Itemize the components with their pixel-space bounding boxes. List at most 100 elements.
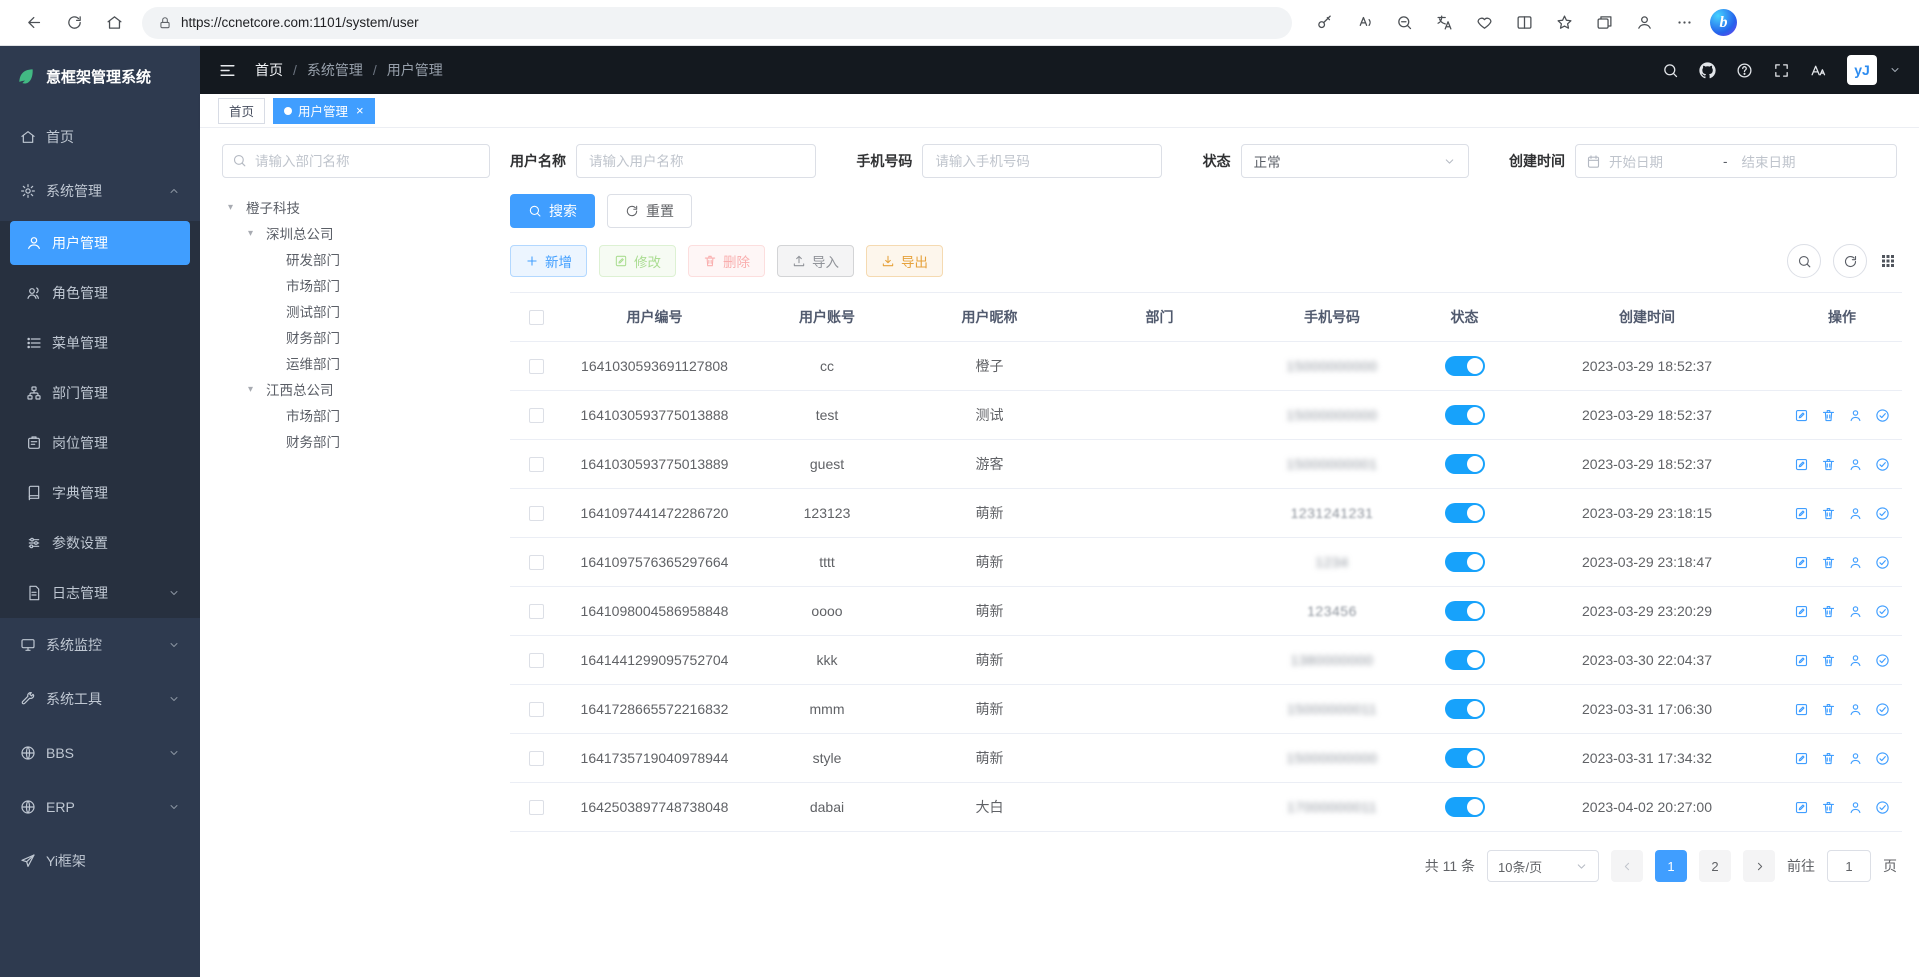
sidebar-item-dept-management[interactable]: 部门管理	[0, 368, 200, 418]
row-checkbox[interactable]	[529, 751, 544, 766]
tree-node[interactable]: ▾江西总公司	[222, 376, 490, 402]
sidebar-item-menu-management[interactable]: 菜单管理	[0, 318, 200, 368]
tree-node[interactable]: 测试部门	[222, 298, 490, 324]
row-reset-password-button[interactable]	[1848, 702, 1863, 717]
dept-search-input[interactable]	[222, 144, 490, 178]
split-screen-icon[interactable]	[1504, 6, 1544, 40]
header-search-icon[interactable]	[1662, 62, 1679, 79]
tab-home[interactable]: 首页	[218, 98, 265, 124]
status-toggle[interactable]	[1445, 650, 1485, 670]
search-button[interactable]: 搜索	[510, 194, 595, 228]
sidebar-item-erp[interactable]: ERP	[0, 780, 200, 834]
copilot-icon[interactable]: b	[1710, 9, 1737, 36]
select-all-checkbox[interactable]	[529, 310, 544, 325]
status-toggle[interactable]	[1445, 454, 1485, 474]
status-toggle[interactable]	[1445, 748, 1485, 768]
import-button[interactable]: 导入	[777, 245, 854, 277]
row-checkbox[interactable]	[529, 653, 544, 668]
row-reset-password-button[interactable]	[1848, 800, 1863, 815]
breadcrumb-item[interactable]: 首页	[255, 60, 283, 80]
tree-node[interactable]: 财务部门	[222, 324, 490, 350]
row-assign-role-button[interactable]	[1875, 604, 1890, 619]
status-toggle[interactable]	[1445, 503, 1485, 523]
row-checkbox[interactable]	[529, 800, 544, 815]
read-aloud-icon[interactable]	[1344, 6, 1384, 40]
browser-refresh-button[interactable]	[54, 6, 94, 40]
row-reset-password-button[interactable]	[1848, 653, 1863, 668]
tree-node[interactable]: 市场部门	[222, 272, 490, 298]
tab-user-management[interactable]: 用户管理×	[273, 98, 375, 124]
tree-node[interactable]: ▾橙子科技	[222, 194, 490, 220]
sidebar-item-post-management[interactable]: 岗位管理	[0, 418, 200, 468]
username-input[interactable]	[576, 144, 816, 178]
row-delete-button[interactable]	[1821, 800, 1836, 815]
sidebar-item-log-management[interactable]: 日志管理	[0, 568, 200, 618]
translate-icon[interactable]	[1424, 6, 1464, 40]
next-page-button[interactable]	[1743, 850, 1775, 882]
row-checkbox[interactable]	[529, 604, 544, 619]
row-delete-button[interactable]	[1821, 506, 1836, 521]
row-edit-button[interactable]	[1794, 604, 1809, 619]
password-key-icon[interactable]	[1304, 6, 1344, 40]
row-assign-role-button[interactable]	[1875, 653, 1890, 668]
sidebar-item-user-management[interactable]: 用户管理	[10, 221, 190, 265]
row-edit-button[interactable]	[1794, 555, 1809, 570]
fullscreen-icon[interactable]	[1773, 62, 1790, 79]
row-delete-button[interactable]	[1821, 408, 1836, 423]
row-checkbox[interactable]	[529, 555, 544, 570]
status-select[interactable]: 正常	[1241, 144, 1469, 178]
row-reset-password-button[interactable]	[1848, 555, 1863, 570]
row-assign-role-button[interactable]	[1875, 408, 1890, 423]
sidebar-item-system-monitor[interactable]: 系统监控	[0, 618, 200, 672]
row-checkbox[interactable]	[529, 702, 544, 717]
row-assign-role-button[interactable]	[1875, 702, 1890, 717]
browser-essentials-icon[interactable]	[1464, 6, 1504, 40]
row-delete-button[interactable]	[1821, 751, 1836, 766]
font-size-icon[interactable]	[1810, 62, 1827, 79]
user-avatar[interactable]: yJ	[1847, 55, 1877, 85]
page-size-select[interactable]: 10条/页	[1487, 850, 1599, 882]
sidebar-item-system-tools[interactable]: 系统工具	[0, 672, 200, 726]
row-edit-button[interactable]	[1794, 457, 1809, 472]
avatar-dropdown-icon[interactable]	[1889, 64, 1901, 76]
refresh-table-button[interactable]	[1833, 244, 1867, 278]
sidebar-item-system-management[interactable]: 系统管理	[0, 164, 200, 218]
delete-button[interactable]: 删除	[688, 245, 765, 277]
profile-avatar-icon[interactable]	[1624, 6, 1664, 40]
row-checkbox[interactable]	[529, 457, 544, 472]
row-delete-button[interactable]	[1821, 604, 1836, 619]
date-range-picker[interactable]: 开始日期 - 结束日期	[1575, 144, 1897, 178]
breadcrumb-item[interactable]: 用户管理	[387, 60, 443, 80]
goto-page-input[interactable]	[1827, 850, 1871, 882]
sidebar-item-bbs[interactable]: BBS	[0, 726, 200, 780]
row-reset-password-button[interactable]	[1848, 506, 1863, 521]
row-edit-button[interactable]	[1794, 800, 1809, 815]
row-checkbox[interactable]	[529, 408, 544, 423]
edit-button[interactable]: 修改	[599, 245, 676, 277]
help-icon[interactable]	[1736, 62, 1753, 79]
status-toggle[interactable]	[1445, 601, 1485, 621]
sidebar-item-dict-management[interactable]: 字典管理	[0, 468, 200, 518]
zoom-icon[interactable]	[1384, 6, 1424, 40]
row-delete-button[interactable]	[1821, 702, 1836, 717]
status-toggle[interactable]	[1445, 356, 1485, 376]
more-menu-icon[interactable]	[1664, 6, 1704, 40]
address-bar[interactable]: https://ccnetcore.com:1101/system/user	[142, 7, 1292, 39]
export-button[interactable]: 导出	[866, 245, 943, 277]
favorites-icon[interactable]	[1544, 6, 1584, 40]
row-assign-role-button[interactable]	[1875, 555, 1890, 570]
breadcrumb-item[interactable]: 系统管理	[307, 60, 363, 80]
prev-page-button[interactable]	[1611, 850, 1643, 882]
sidebar-item-yi-framework[interactable]: Yi框架	[0, 834, 200, 888]
row-edit-button[interactable]	[1794, 506, 1809, 521]
row-reset-password-button[interactable]	[1848, 751, 1863, 766]
row-assign-role-button[interactable]	[1875, 457, 1890, 472]
row-edit-button[interactable]	[1794, 653, 1809, 668]
row-edit-button[interactable]	[1794, 408, 1809, 423]
row-reset-password-button[interactable]	[1848, 408, 1863, 423]
tree-node[interactable]: ▾深圳总公司	[222, 220, 490, 246]
row-assign-role-button[interactable]	[1875, 800, 1890, 815]
row-delete-button[interactable]	[1821, 457, 1836, 472]
tree-node[interactable]: 研发部门	[222, 246, 490, 272]
row-edit-button[interactable]	[1794, 702, 1809, 717]
